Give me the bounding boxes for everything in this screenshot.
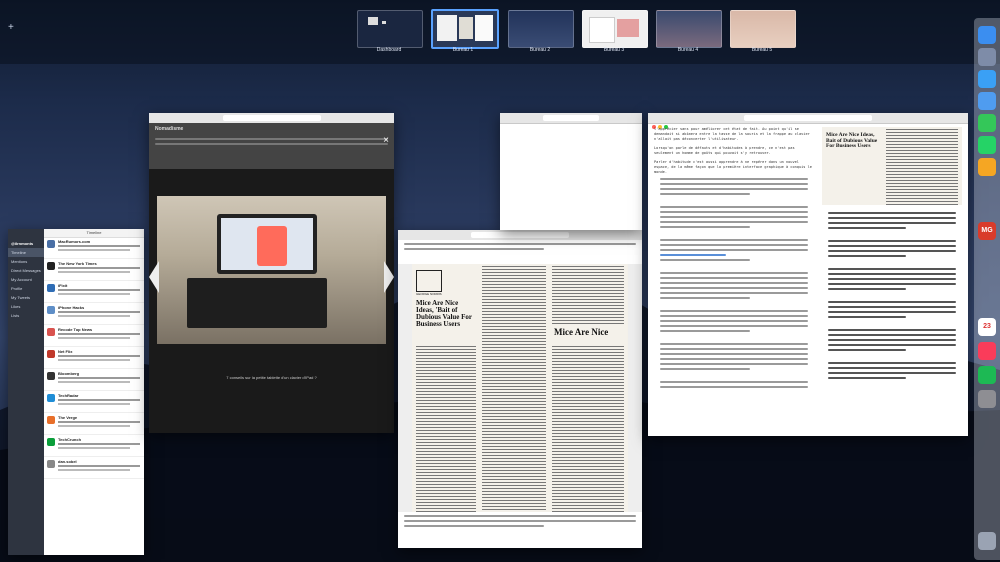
list-item[interactable]: The Verge (44, 413, 144, 435)
list-item[interactable]: iPhone Hacks (44, 303, 144, 325)
space-thumb-bureau-5[interactable] (730, 10, 796, 48)
page-backdrop: Nomadisme (149, 123, 394, 169)
avatar (47, 394, 55, 402)
photo-frame (157, 196, 386, 344)
sidebar-item-account[interactable]: My Account (8, 275, 44, 284)
spaces-bar: + Dashboard Bureau 1 Bureau 2 Bureau 3 B… (0, 0, 1000, 64)
avatar (47, 240, 55, 248)
list-item[interactable]: TechRadar (44, 391, 144, 413)
twitter-sidebar: @ilrnmonts Timeline Mentions Direct Mess… (8, 229, 44, 555)
avatar (47, 350, 55, 358)
list-item[interactable]: iFixit (44, 281, 144, 303)
article-window-back[interactable] (500, 113, 642, 230)
sidebar-item-mentions[interactable]: Mentions (8, 257, 44, 266)
newspaper-header-area (398, 240, 642, 264)
space-thumb-bureau-2[interactable] (508, 10, 574, 48)
avatar (47, 306, 55, 314)
byline: GEORGE NORRIS (416, 292, 442, 296)
avatar (47, 328, 55, 336)
article-text-left: l'apprécier sans pour améliorer cet état… (654, 127, 814, 179)
article-headline: Mice Are Nice Ideas, Bait of Dubious Val… (826, 132, 878, 149)
sidebar-item-timeline[interactable]: Timeline (8, 248, 44, 257)
space-label-bureau-5: Bureau 5 (751, 47, 773, 53)
close-icon[interactable]: × (383, 135, 389, 146)
avatar (47, 262, 55, 270)
mail-icon[interactable] (978, 92, 996, 110)
paragraph: Parler d'habitude c'est aussi apprendre … (654, 160, 812, 174)
headline-right: Mice Are Nice (554, 327, 609, 337)
spotify-icon[interactable] (978, 366, 996, 384)
safari-window[interactable]: Nomadisme × 7 conseils sur la petite tab… (149, 113, 394, 433)
photos-icon[interactable] (978, 158, 996, 176)
address-bar[interactable] (222, 115, 321, 121)
sidebar-item-profile[interactable]: Profile (8, 284, 44, 293)
address-bar[interactable] (744, 115, 872, 121)
paragraph: Lorsqu'on parle de défauts et d'habitude… (654, 146, 795, 155)
newspaper-footer (398, 512, 642, 548)
finder-icon[interactable] (978, 26, 996, 44)
dock: MG 23 (974, 18, 1000, 560)
twitter-window[interactable]: @ilrnmonts Timeline Mentions Direct Mess… (8, 229, 144, 555)
avatar (47, 438, 55, 446)
avatar (47, 372, 55, 380)
notes-icon[interactable]: MG (978, 222, 996, 240)
add-space-button[interactable]: + (8, 22, 14, 33)
paragraph: l'apprécier sans pour améliorer cet état… (654, 127, 810, 141)
settings-icon[interactable] (978, 390, 996, 408)
sidebar-item-messages[interactable]: Direct Messages (8, 266, 44, 275)
space-label-bureau-2: Bureau 2 (529, 47, 551, 53)
photo-caption: 7 conseils sur la petite tablette d'un c… (226, 375, 317, 380)
messages-icon[interactable] (978, 114, 996, 132)
sidebar-item-likes[interactable]: Likes (8, 302, 44, 311)
space-thumb-bureau-1[interactable] (431, 9, 499, 49)
article-window[interactable]: l'apprécier sans pour améliorer cet état… (648, 113, 968, 436)
list-item[interactable]: MacRumors.com (44, 237, 144, 259)
space-thumb-dashboard[interactable] (357, 10, 423, 48)
space-thumb-bureau-3[interactable] (582, 10, 648, 48)
article-toolbar (648, 113, 968, 129)
address-bar[interactable] (471, 232, 569, 238)
sidebar-item-lists[interactable]: Lists (8, 311, 44, 320)
newspaper-scan: GEORGE NORRIS Mice Are Nice Ideas, 'Bait… (412, 264, 628, 512)
twitter-timeline[interactable]: MacRumors.com The New York Times iFixit … (44, 237, 144, 555)
list-item[interactable]: dan.sobel (44, 457, 144, 479)
newspaper-window[interactable]: GEORGE NORRIS Mice Are Nice Ideas, 'Bait… (398, 230, 642, 548)
safari-icon[interactable] (978, 70, 996, 88)
next-arrow-icon[interactable] (384, 261, 394, 293)
list-item[interactable]: TechCrunch (44, 435, 144, 457)
space-label-bureau-4: Bureau 4 (677, 47, 699, 53)
page-heading: Nomadisme (155, 126, 184, 132)
headline-left: Mice Are Nice Ideas, 'Bait of Dubious Va… (416, 299, 472, 328)
music-icon[interactable] (978, 342, 996, 360)
avatar (47, 416, 55, 424)
space-thumb-bureau-4[interactable] (656, 10, 722, 48)
keyboard-image (187, 278, 327, 328)
ipad-screen (217, 214, 317, 274)
author-photo (416, 270, 442, 292)
article-text-right (822, 209, 962, 382)
calendar-icon[interactable]: 23 (978, 318, 996, 336)
avatar (47, 284, 55, 292)
space-label-bureau-3: Bureau 3 (603, 47, 625, 53)
space-label-bureau-1: Bureau 1 (452, 47, 474, 53)
article-newspaper-image: Mice Are Nice Ideas, Bait of Dubious Val… (822, 127, 962, 205)
prev-arrow-icon[interactable] (149, 261, 159, 293)
list-item[interactable]: Bloomberg (44, 369, 144, 391)
whatsapp-icon[interactable] (978, 136, 996, 154)
list-item[interactable]: Recode Top News (44, 325, 144, 347)
trash-icon[interactable] (978, 532, 996, 550)
sidebar-item-tweets[interactable]: My Tweets (8, 293, 44, 302)
launchpad-icon[interactable] (978, 48, 996, 66)
list-item[interactable]: Net Flix (44, 347, 144, 369)
twitter-user: @ilrnmonts (11, 241, 34, 246)
avatar (47, 460, 55, 468)
space-label-dashboard: Dashboard (376, 47, 402, 53)
list-item[interactable]: The New York Times (44, 259, 144, 281)
